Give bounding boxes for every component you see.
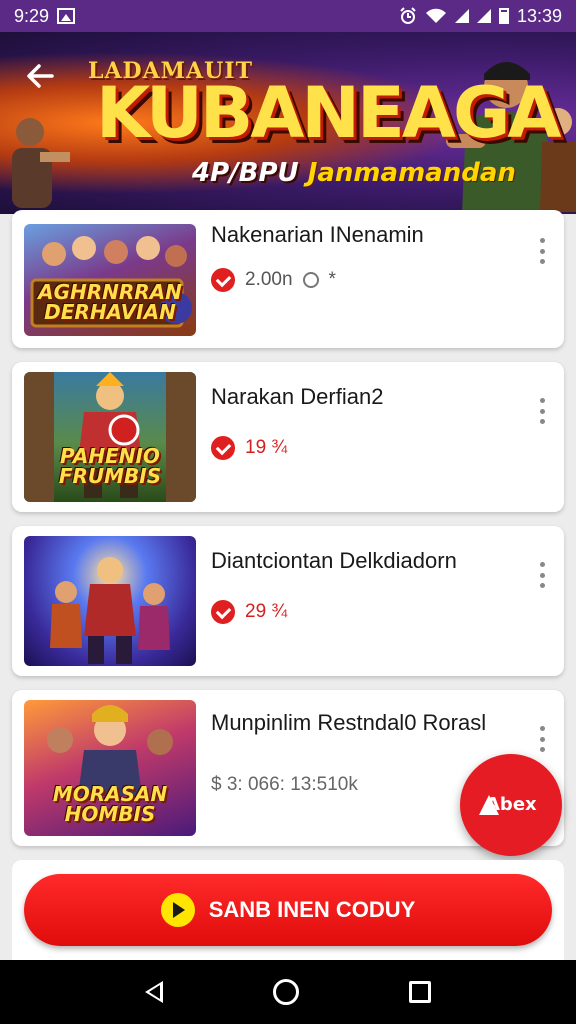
game-title: Narakan Derfian2 [211,384,384,409]
thumbnail-caption: MORASAN HOMBIS [52,782,168,826]
game-meta: $ 3: 066: 13:510k [211,774,358,796]
nav-home-icon[interactable] [273,979,299,1005]
more-options-icon[interactable] [538,238,546,264]
more-options-icon[interactable] [538,562,546,588]
banner-title: KUBANEAGA [96,72,562,154]
meta-value: 2.00n [245,269,293,290]
thumbnail-caption: AGHRNRRAN DERHAVIAN [38,280,182,324]
nav-back-icon[interactable] [145,981,163,1003]
signal-icon-2 [476,9,491,23]
game-thumbnail: PAHENIO FRUMBIS [24,372,196,502]
meta-value: 19 ¾ [245,437,288,458]
status-bar: 9:29 13:39 [0,0,576,32]
game-thumbnail [24,536,196,666]
banner-character-left [12,118,70,208]
cta-container: SANB INEN CODUY [12,860,564,960]
system-nav-bar [0,960,576,1024]
thumbnail-caption: PAHENIO FRUMBIS [58,444,162,488]
status-time: 9:29 [14,5,50,26]
game-meta: 2.00n * [211,268,336,292]
signal-icon [454,9,469,23]
game-meta: 19 ¾ [211,436,287,460]
rating-icon [211,436,235,460]
floating-action-button[interactable]: Abex [460,754,562,856]
more-options-icon[interactable] [538,398,546,424]
game-meta: 29 ¾ [211,600,287,624]
list-item[interactable]: PAHENIO FRUMBIS Narakan Derfian2 19 ¾ [12,362,564,512]
game-thumbnail: AGHRNRRAN DERHAVIAN [24,224,196,336]
banner-subtitle-a: 4P/BPU [192,158,299,188]
image-notification-icon [57,8,76,24]
back-button[interactable] [20,56,60,96]
meta-value: $ 3: 066: 13:510k [211,774,358,795]
more-options-icon[interactable] [538,726,546,752]
meta-value: 29 ¾ [245,601,288,622]
cta-label: SANB INEN CODUY [208,897,416,922]
primary-cta-button[interactable]: SANB INEN CODUY [24,874,552,946]
banner-subtitle-b: Janmamandan [307,158,516,188]
status-clock: 13:39 [516,5,562,26]
play-icon [160,893,195,927]
rating-icon [211,600,235,624]
wifi-icon [425,8,446,23]
alarm-icon [400,7,416,24]
battery-icon [498,8,509,24]
game-title: Munpinlim Restndal0 Rorasl [211,710,487,735]
arrow-left-icon [27,64,54,88]
meta-extra: * [328,269,336,290]
game-title: Nakenarian INenamin [211,222,424,247]
header-banner: LADAMAUIT KUBANEAGA 4P/BPU Janmamandan [0,32,576,214]
rating-icon [211,268,235,292]
game-title: Diantciontan Delkdiadorn [211,548,457,573]
list-item[interactable]: AGHRNRRAN DERHAVIAN Nakenarian INenamin … [12,210,564,348]
nav-recents-icon[interactable] [409,981,431,1003]
game-thumbnail: MORASAN HOMBIS [24,700,196,836]
clock-icon [302,272,319,288]
banner-subtitle: 4P/BPU Janmamandan [192,158,516,188]
fab-label: Abex [486,794,537,815]
list-item[interactable]: Diantciontan Delkdiadorn 29 ¾ [12,526,564,676]
thumbnail-art [50,557,170,664]
